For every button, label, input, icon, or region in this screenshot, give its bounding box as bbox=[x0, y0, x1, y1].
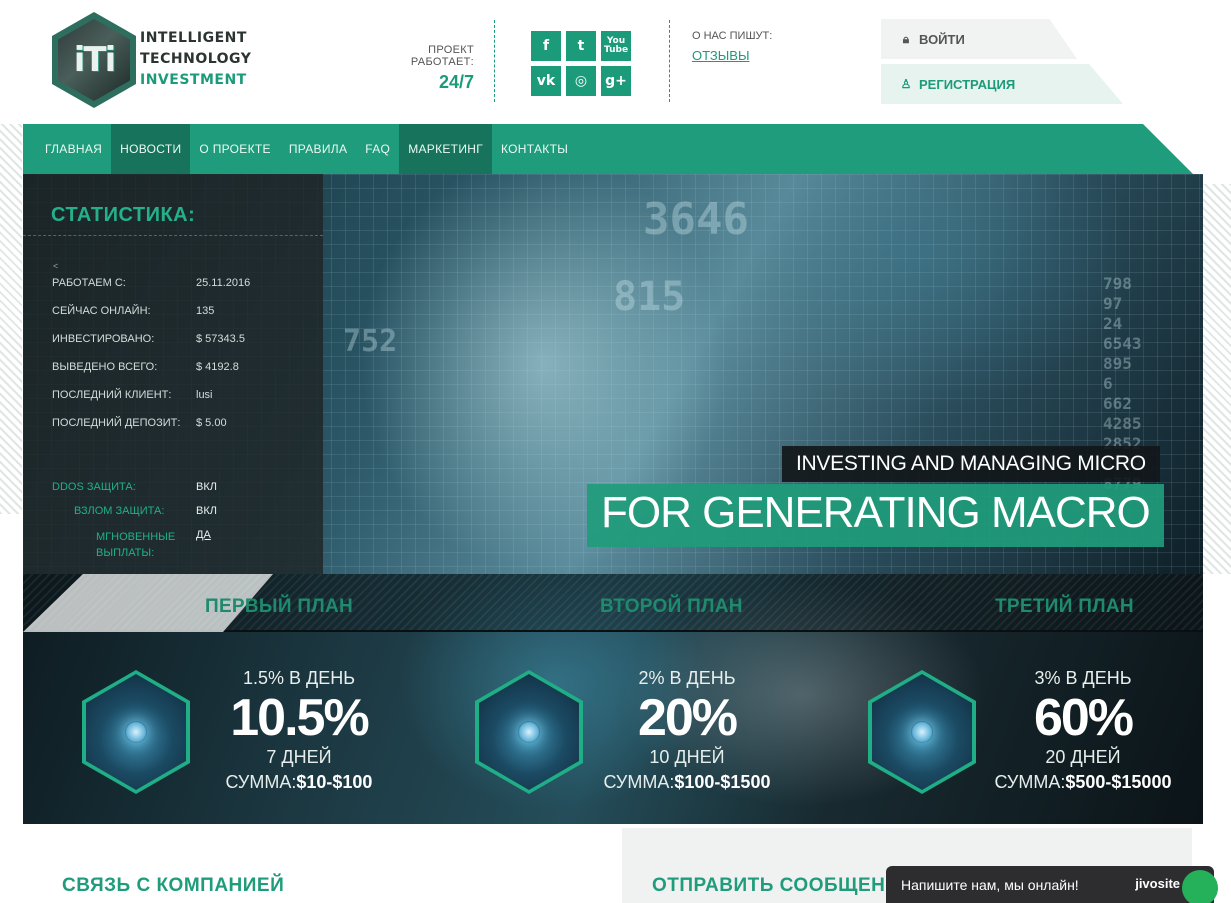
security-value-instant: ДА bbox=[196, 529, 211, 541]
hero-banner: 3646 815 752 798972465438956662428528528… bbox=[23, 174, 1203, 574]
stat-row: СЕЙЧАС ОНЛАЙН: 135 bbox=[52, 305, 215, 317]
plan-daily-rate: 1.5% В ДЕНЬ bbox=[242, 668, 356, 688]
right-decor-hatch bbox=[1203, 184, 1231, 574]
plan-amount: СУММА:$100-$1500 bbox=[603, 772, 771, 792]
statistics-panel: СТАТИСТИКА: < РАБОТАЕМ С: 25.11.2016 СЕЙЧ… bbox=[23, 174, 323, 574]
chat-brand-logo: jivosite bbox=[1135, 876, 1180, 891]
header-divider bbox=[494, 20, 495, 102]
google-plus-icon[interactable]: g+ bbox=[601, 66, 631, 96]
stat-row: ВЫВЕДЕНО ВСЕГО: $ 4192.8 bbox=[52, 361, 239, 373]
stat-row: РАБОТАЕМ С: 25.11.2016 bbox=[52, 277, 251, 289]
statistics-caret: < bbox=[53, 261, 59, 271]
security-label-instant: МГНОВЕННЫЕ ВЫПЛАТЫ: bbox=[96, 531, 176, 559]
nav-item-marketing[interactable]: МАРКЕТИНГ bbox=[399, 124, 493, 174]
nav-item-rules[interactable]: ПРАВИЛА bbox=[280, 124, 356, 174]
uptime-value: 24/7 bbox=[438, 72, 474, 92]
neuron-icon bbox=[911, 721, 933, 743]
plan-title-2: ВТОРОЙ ПЛАН bbox=[600, 596, 743, 617]
plan-image-1 bbox=[82, 670, 190, 794]
social-links: f t You Tube vk ◎ g+ bbox=[531, 31, 633, 96]
uptime-block: ПРОЕКТ РАБОТАЕТ: 24/7 bbox=[362, 44, 474, 93]
plan-duration: 10 ДНЕЙ bbox=[649, 747, 725, 767]
plan-daily-rate: 2% В ДЕНЬ bbox=[638, 668, 736, 688]
stat-row: ПОСЛЕДНИЙ ДЕПОЗИТ: $ 5.00 bbox=[52, 417, 227, 429]
statistics-divider bbox=[23, 235, 323, 236]
facebook-icon[interactable]: f bbox=[531, 31, 561, 61]
plan-image-3 bbox=[868, 670, 976, 794]
header-divider bbox=[669, 20, 670, 102]
register-button[interactable]: ♙ РЕГИСТРАЦИЯ bbox=[881, 64, 1123, 104]
logo-line-1: INTELLIGENT bbox=[140, 30, 247, 46]
security-value-ddos: ВКЛ bbox=[196, 481, 217, 493]
site-header: iTi INTELLIGENT TECHNOLOGY INVESTMENT ПР… bbox=[0, 0, 1231, 124]
plan-daily-rate: 3% В ДЕНЬ bbox=[1034, 668, 1132, 688]
logo-hexagon: iTi bbox=[52, 12, 136, 108]
main-nav: ГЛАВНАЯ НОВОСТИ О ПРОЕКТЕ ПРАВИЛА FAQ МА… bbox=[23, 124, 1193, 174]
stat-row: ИНВЕСТИРОВАНО: $ 57343.5 bbox=[52, 333, 245, 345]
login-label: ВОЙТИ bbox=[919, 31, 965, 47]
plan-title-1: ПЕРВЫЙ ПЛАН bbox=[205, 596, 353, 617]
reviews-block: О НАС ПИШУТ: ОТЗЫВЫ bbox=[692, 30, 772, 63]
logo-line-2: TECHNOLOGY bbox=[140, 51, 252, 67]
message-section-title: ОТПРАВИТЬ СООБЩЕНИЕ bbox=[652, 875, 913, 896]
plan-card-2[interactable]: 2% В ДЕНЬ 20% 10 ДНЕЙ СУММА:$100-$1500 bbox=[577, 668, 797, 793]
logo-line-3: INVESTMENT bbox=[140, 72, 247, 88]
neuron-icon bbox=[518, 721, 540, 743]
statistics-title: СТАТИСТИКА: bbox=[51, 204, 196, 226]
plan-total-percent: 60% bbox=[1033, 689, 1134, 747]
security-label-ddos: DDOS ЗАЩИТА: bbox=[52, 481, 136, 493]
chat-prompt: Напишите нам, мы онлайн! bbox=[901, 876, 1079, 893]
plan-image-2 bbox=[475, 670, 583, 794]
stat-row: ПОСЛЕДНИЙ КЛИЕНТ: lusi bbox=[52, 389, 213, 401]
security-label-hack: ВЗЛОМ ЗАЩИТА: bbox=[74, 505, 165, 517]
nav-item-contacts[interactable]: КОНТАКТЫ bbox=[492, 124, 577, 174]
plan-total-percent: 20% bbox=[637, 689, 738, 747]
plan-amount: СУММА:$500-$15000 bbox=[994, 772, 1172, 792]
instagram-icon[interactable]: ◎ bbox=[566, 66, 596, 96]
chat-status-indicator bbox=[1182, 870, 1218, 903]
lock-icon: 🔒︎ bbox=[902, 32, 910, 46]
login-button[interactable]: 🔒︎ ВОЙТИ bbox=[881, 19, 1077, 59]
hero-digit-art: 3646 bbox=[643, 194, 749, 245]
reviews-link[interactable]: ОТЗЫВЫ bbox=[692, 48, 772, 63]
plan-total-percent: 10.5% bbox=[230, 689, 369, 747]
uptime-label: ПРОЕКТ РАБОТАЕТ: bbox=[410, 44, 474, 68]
nav-item-news[interactable]: НОВОСТИ bbox=[111, 124, 191, 174]
nav-item-faq[interactable]: FAQ bbox=[356, 124, 399, 174]
hero-digit-art: 752 bbox=[343, 324, 398, 359]
register-label: РЕГИСТРАЦИЯ bbox=[919, 76, 1016, 92]
plan-duration: 20 ДНЕЙ bbox=[1045, 747, 1121, 767]
plan-card-1[interactable]: 1.5% В ДЕНЬ 10.5% 7 ДНЕЙ СУММА:$10-$100 bbox=[189, 668, 409, 793]
hero-tagline-big: FOR GENERATING MACRO bbox=[587, 484, 1164, 547]
user-icon: ♙ bbox=[900, 77, 912, 91]
security-value-hack: ВКЛ bbox=[196, 505, 217, 517]
live-chat-widget[interactable]: Напишите нам, мы онлайн! jivosite bbox=[886, 866, 1218, 903]
site-logo[interactable]: iTi INTELLIGENT TECHNOLOGY INVESTMENT bbox=[52, 12, 272, 108]
plan-amount: СУММА:$10-$100 bbox=[225, 772, 373, 792]
reviews-label: О НАС ПИШУТ: bbox=[692, 30, 773, 42]
nav-item-home[interactable]: ГЛАВНАЯ bbox=[23, 124, 111, 174]
investment-plans: ПЕРВЫЙ ПЛАН ВТОРОЙ ПЛАН ТРЕТИЙ ПЛАН 1.5%… bbox=[23, 574, 1203, 824]
plan-card-3[interactable]: 3% В ДЕНЬ 60% 20 ДНЕЙ СУММА:$500-$15000 bbox=[973, 668, 1193, 793]
hero-tagline-small: INVESTING AND MANAGING MICRO bbox=[782, 446, 1160, 482]
vk-icon[interactable]: vk bbox=[531, 66, 561, 96]
contact-section-title: СВЯЗЬ С КОМПАНИЕЙ bbox=[62, 875, 285, 896]
left-decor-hatch bbox=[0, 124, 22, 514]
twitter-icon[interactable]: t bbox=[566, 31, 596, 61]
plan-title-3: ТРЕТИЙ ПЛАН bbox=[995, 596, 1134, 617]
plan-duration: 7 ДНЕЙ bbox=[266, 747, 332, 767]
logo-wordmark: INTELLIGENT TECHNOLOGY INVESTMENT bbox=[140, 28, 251, 91]
nav-item-about[interactable]: О ПРОЕКТЕ bbox=[190, 124, 279, 174]
logo-mark: iTi bbox=[73, 40, 116, 80]
youtube-icon[interactable]: You Tube bbox=[601, 31, 631, 61]
neuron-icon bbox=[125, 721, 147, 743]
hero-digit-art: 815 bbox=[613, 274, 686, 320]
